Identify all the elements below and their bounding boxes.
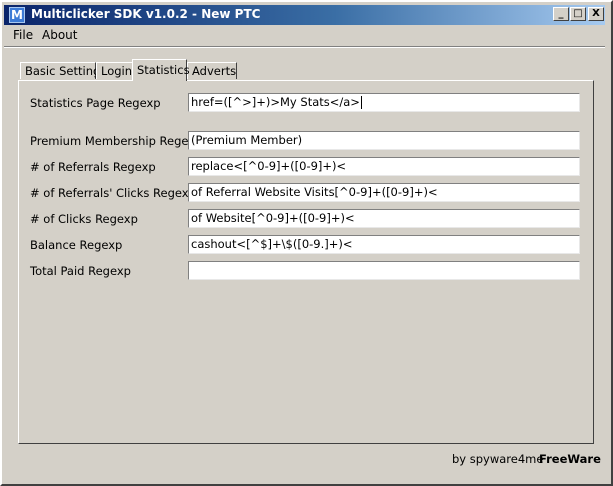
author-credit: by spyware4me xyxy=(452,452,544,466)
app-icon: M xyxy=(9,7,25,23)
close-button[interactable]: X xyxy=(588,7,604,21)
maximize-button[interactable]: □ xyxy=(570,7,586,21)
tab-statistics[interactable]: Statistics xyxy=(132,59,190,81)
window-title: Multiclicker SDK v1.0.2 - New PTC xyxy=(31,7,261,21)
premium-membership-regexp-label: Premium Membership Regexp xyxy=(30,134,203,148)
license-label: FreeWare xyxy=(539,452,601,466)
menu-separator xyxy=(4,46,605,48)
menu-about[interactable]: About xyxy=(38,28,81,42)
referrals-regexp-label: # of Referrals Regexp xyxy=(30,160,156,174)
minimize-button[interactable]: _ xyxy=(553,7,569,21)
tab-basic-settings[interactable]: Basic Settings xyxy=(20,62,106,79)
total-paid-regexp-label: Total Paid Regexp xyxy=(30,264,131,278)
referrals-regexp-input[interactable]: replace<[^0-9]+([0-9]+)< xyxy=(188,157,580,176)
menu-file[interactable]: File xyxy=(9,28,37,42)
premium-membership-regexp-input[interactable]: (Premium Member) xyxy=(188,131,580,150)
clicks-regexp-input[interactable]: of Website[^0-9]+([0-9]+)< xyxy=(188,209,580,228)
tab-adverts[interactable]: Adverts xyxy=(187,62,237,79)
clicks-regexp-label: # of Clicks Regexp xyxy=(30,212,138,226)
menu-bar: File About xyxy=(4,27,605,45)
balance-regexp-input[interactable]: cashout<[^$]+\$([0-9.]+)< xyxy=(188,235,580,254)
statistics-page-regexp-input[interactable]: href=([^>]+)>My Stats</a> xyxy=(188,93,580,112)
title-bar[interactable]: M Multiclicker SDK v1.0.2 - New PTC _ □ … xyxy=(4,5,605,25)
total-paid-regexp-input[interactable] xyxy=(188,261,580,280)
balance-regexp-label: Balance Regexp xyxy=(30,238,123,252)
referrals-clicks-regexp-label: # of Referrals' Clicks Regexp xyxy=(30,186,196,200)
referrals-clicks-regexp-input[interactable]: of Referral Website Visits[^0-9]+([0-9]+… xyxy=(188,183,580,202)
statistics-page-regexp-label: Statistics Page Regexp xyxy=(30,96,161,110)
tab-login[interactable]: Login xyxy=(96,62,133,79)
